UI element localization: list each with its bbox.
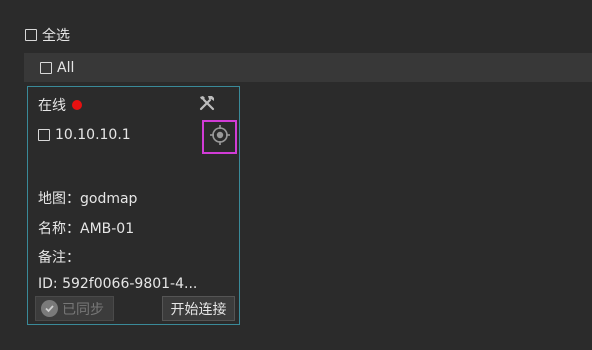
start-connect-label: 开始连接: [170, 301, 227, 318]
status-label: 在线: [38, 98, 66, 114]
status-row: 在线: [38, 95, 82, 115]
note-info: 备注：: [38, 250, 80, 266]
synced-button-label: 已同步: [62, 301, 104, 318]
device-checkbox[interactable]: [38, 129, 50, 141]
device-ip-row[interactable]: 10.10.10.1: [38, 127, 131, 143]
device-ip: 10.10.10.1: [55, 127, 131, 143]
select-all-row[interactable]: 全选: [25, 25, 70, 45]
all-group-label: All: [57, 59, 75, 76]
id-info: ID: 592f0066-9801-4...: [38, 276, 198, 292]
device-list-panel: 全选 All 在线 10.10.10.1 地图：godmap 名称：AMB-01…: [0, 0, 592, 350]
select-all-checkbox[interactable]: [25, 29, 37, 41]
all-group-row[interactable]: All: [40, 60, 74, 76]
name-info: 名称：AMB-01: [38, 221, 135, 237]
status-dot-icon: [72, 100, 82, 110]
all-group-checkbox[interactable]: [40, 61, 52, 74]
map-info: 地图：godmap: [38, 191, 138, 207]
select-all-label: 全选: [42, 28, 70, 44]
check-circle-icon: [41, 300, 58, 317]
synced-button[interactable]: 已同步: [35, 296, 114, 321]
group-header-bar: All: [24, 53, 592, 82]
start-connect-button[interactable]: 开始连接: [162, 296, 235, 321]
locate-button[interactable]: [202, 120, 237, 154]
crosshair-target-icon: [209, 124, 231, 150]
device-card: 在线 10.10.10.1 地图：godmap 名称：AMB-01 备注： ID…: [27, 86, 240, 325]
tools-icon[interactable]: [197, 93, 217, 113]
